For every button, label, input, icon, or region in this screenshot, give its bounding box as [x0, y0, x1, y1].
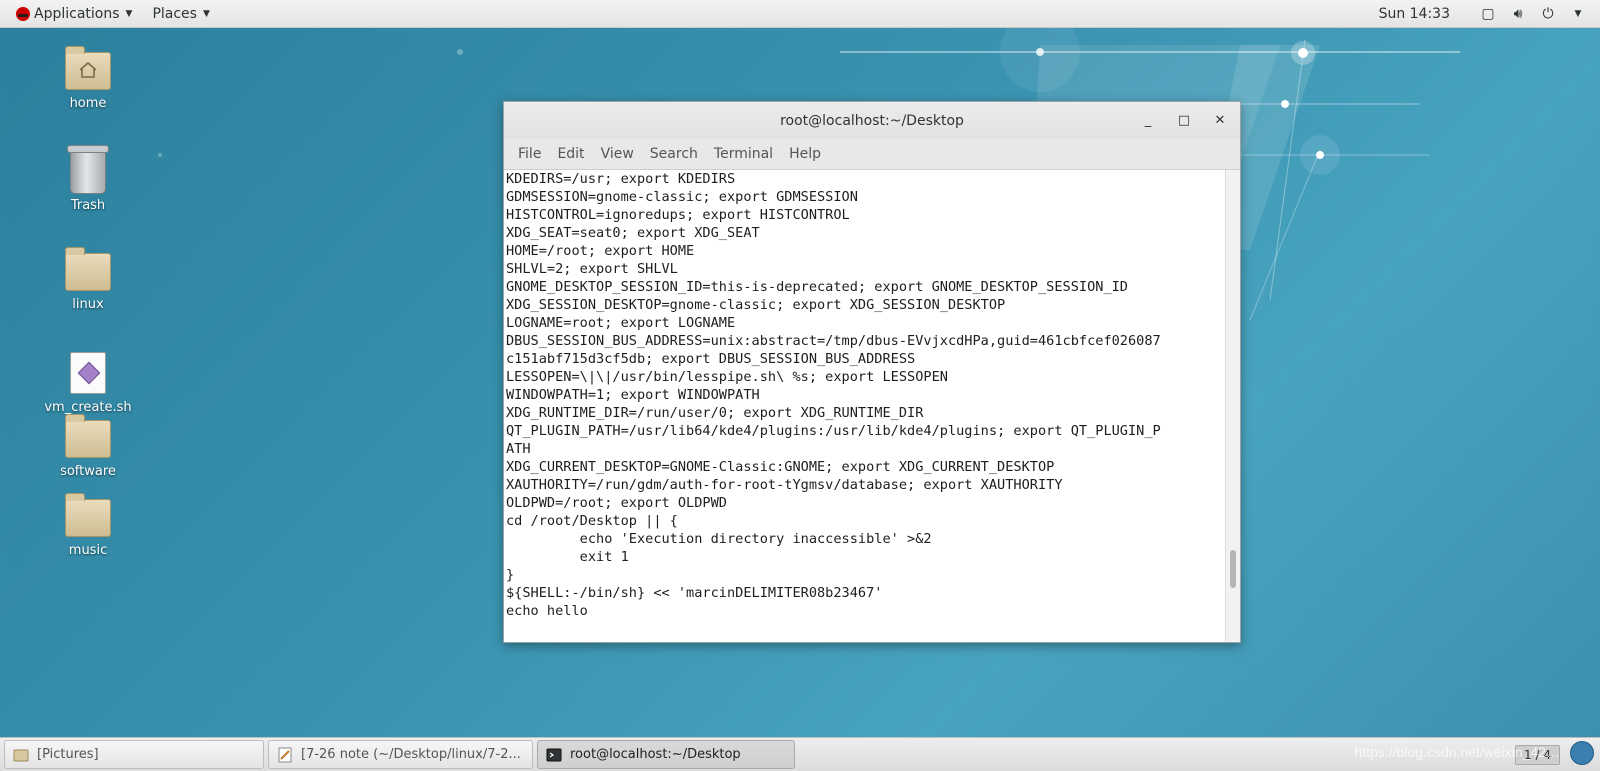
taskbar-item-label: [7-26 note (~/Desktop/linux/7-2...: [301, 747, 521, 762]
chevron-down-icon[interactable]: ▼: [1570, 6, 1586, 22]
scrollbar-thumb[interactable]: [1230, 550, 1236, 588]
desktop-icon-home[interactable]: home: [33, 46, 143, 111]
folder-icon: [65, 247, 111, 291]
menu-terminal[interactable]: Terminal: [706, 146, 781, 162]
terminal-window[interactable]: root@localhost:~/Desktop _ □ ✕ File Edit…: [503, 101, 1241, 643]
minimize-icon[interactable]: _: [1140, 113, 1156, 129]
watermark: https://blog.csdn.net/weixin_42…: [1354, 744, 1560, 760]
window-titlebar[interactable]: root@localhost:~/Desktop _ □ ✕: [504, 102, 1240, 139]
desktop-icon-label: vm_create.sh: [44, 400, 132, 415]
desktop-icon-vm-create[interactable]: vm_create.sh: [33, 352, 143, 415]
maximize-icon[interactable]: □: [1176, 113, 1192, 129]
terminal-text: KDEDIRS=/usr; export KDEDIRS GDMSESSION=…: [506, 171, 1161, 619]
scrollbar[interactable]: [1225, 170, 1240, 642]
notification-icon[interactable]: [1570, 741, 1594, 765]
chevron-down-icon: ▼: [125, 8, 133, 19]
desktop-icon-trash[interactable]: Trash: [33, 145, 143, 213]
taskbar-item-terminal[interactable]: root@localhost:~/Desktop: [537, 740, 795, 769]
redhat-logo-icon: [16, 6, 30, 21]
text-editor-icon: [278, 747, 292, 762]
top-bar: Applications ▼ Places ▼ Sun 14:33 ▢ 🔊︎ ⏻…: [0, 0, 1600, 28]
home-folder-icon: [65, 46, 111, 90]
desktop-icon-label: Trash: [70, 198, 106, 213]
places-menu-label: Places: [152, 5, 197, 22]
taskbar-item-label: root@localhost:~/Desktop: [570, 747, 741, 762]
applications-menu-label: Applications: [34, 5, 120, 22]
trash-icon: [67, 145, 109, 194]
taskbar-item-label: [Pictures]: [37, 747, 99, 762]
clock[interactable]: Sun 14:33: [1379, 6, 1450, 22]
volume-icon[interactable]: 🔊︎: [1510, 6, 1526, 22]
menu-search[interactable]: Search: [642, 146, 706, 162]
menu-edit[interactable]: Edit: [549, 146, 592, 162]
terminal-output[interactable]: KDEDIRS=/usr; export KDEDIRS GDMSESSION=…: [504, 170, 1224, 642]
desktop-icon-label: software: [60, 464, 116, 479]
menu-help[interactable]: Help: [781, 146, 829, 162]
desktop-icon-music[interactable]: music: [33, 493, 143, 558]
places-menu[interactable]: Places ▼: [142, 0, 219, 27]
terminal-menubar: File Edit View Search Terminal Help: [504, 139, 1240, 170]
script-icon: [70, 352, 106, 394]
desktop-icon-label: music: [68, 543, 108, 558]
window-icon[interactable]: ▢: [1480, 6, 1496, 22]
menu-file[interactable]: File: [510, 146, 549, 162]
applications-menu[interactable]: Applications ▼: [0, 0, 142, 27]
taskbar-item-pictures[interactable]: [Pictures]: [4, 740, 264, 769]
chevron-down-icon: ▼: [202, 8, 210, 19]
desktop-icon-software[interactable]: software: [33, 414, 143, 479]
menu-view[interactable]: View: [593, 146, 642, 162]
folder-icon: [65, 493, 111, 537]
desktop-icon-linux[interactable]: linux: [33, 247, 143, 312]
terminal-icon: [546, 748, 562, 761]
taskbar-item-note[interactable]: [7-26 note (~/Desktop/linux/7-2...: [268, 740, 533, 769]
window-title: root@localhost:~/Desktop: [780, 112, 964, 129]
folder-icon: [65, 414, 111, 458]
desktop-icon-label: linux: [72, 297, 104, 312]
close-icon[interactable]: ✕: [1212, 113, 1228, 129]
desktop-icon-label: home: [69, 96, 107, 111]
folder-icon: [13, 749, 29, 761]
power-icon[interactable]: ⏻: [1540, 6, 1556, 22]
